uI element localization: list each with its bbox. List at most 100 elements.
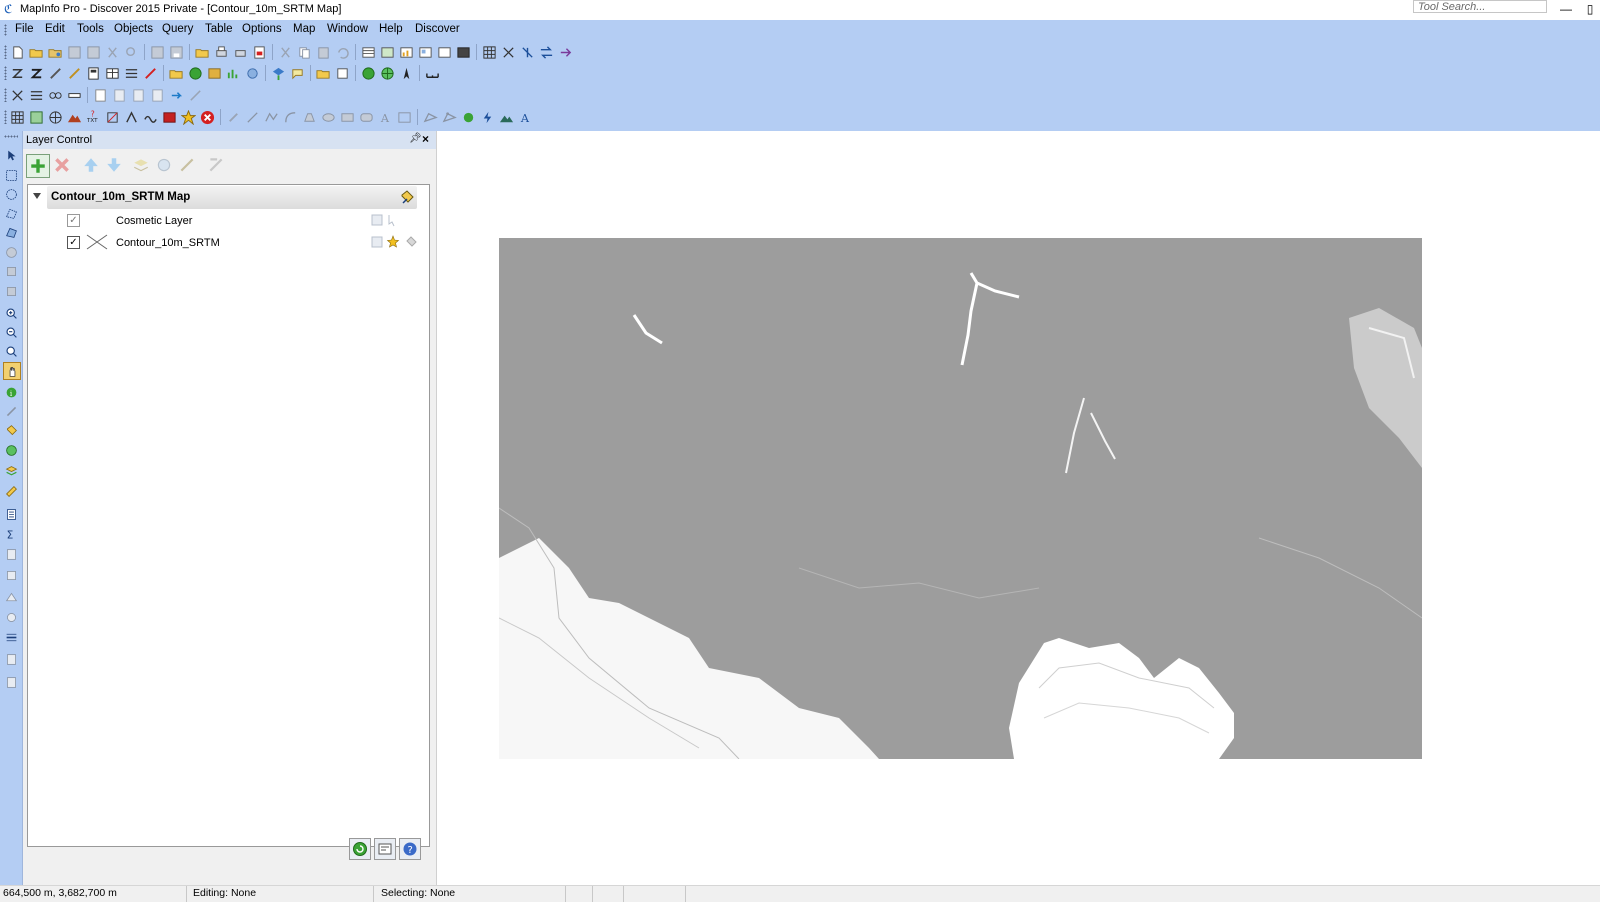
statistics-icon[interactable]: Σ	[3, 526, 19, 542]
line-style-icon[interactable]	[3, 629, 19, 645]
geo-globe-icon[interactable]	[187, 65, 204, 82]
stop-icon[interactable]	[199, 109, 216, 126]
radius-select-icon[interactable]	[3, 186, 19, 202]
change-view-icon[interactable]	[3, 343, 19, 359]
doc-tool-icon[interactable]	[92, 87, 109, 104]
discover-tool-icon[interactable]	[519, 44, 536, 61]
tool-search-input[interactable]: Tool Search...	[1413, 0, 1547, 13]
map-options-icon[interactable]	[399, 189, 415, 208]
split-icon[interactable]	[3, 609, 19, 625]
paste-icon[interactable]	[315, 44, 332, 61]
menu-grip[interactable]	[4, 24, 7, 36]
grid-view-icon[interactable]	[9, 109, 26, 126]
link-tool-icon[interactable]	[47, 87, 64, 104]
open-folder-2-icon[interactable]	[315, 65, 332, 82]
pin-icon[interactable]: 📌︎	[409, 133, 422, 144]
grabber-hand-icon[interactable]	[3, 362, 21, 380]
north-arrow-icon[interactable]	[398, 65, 415, 82]
drag-map-icon[interactable]	[3, 442, 19, 458]
save-table-icon[interactable]	[149, 44, 166, 61]
move-layer-up-icon[interactable]	[80, 154, 102, 176]
geo-image-icon[interactable]	[206, 65, 223, 82]
measure-red-icon[interactable]	[142, 65, 159, 82]
doc-tool-2-icon[interactable]	[111, 87, 128, 104]
txt-query-icon[interactable]: TXT?	[85, 109, 102, 126]
toolbar-grip[interactable]	[4, 110, 7, 124]
map-node[interactable]: Contour_10m_SRTM Map	[47, 186, 417, 209]
export-disabled-icon[interactable]	[187, 87, 204, 104]
menu-query[interactable]: Query	[162, 23, 193, 35]
draw-symbol-icon[interactable]	[225, 109, 242, 126]
menu-table[interactable]: Table	[205, 23, 233, 35]
z-axis-icon[interactable]	[9, 65, 26, 82]
draw-ellipse-icon[interactable]	[320, 109, 337, 126]
apply-layer-changes-icon[interactable]	[349, 838, 371, 860]
lightning-icon[interactable]	[479, 109, 496, 126]
z-value-icon[interactable]	[28, 65, 45, 82]
marquee-select-icon[interactable]	[3, 167, 19, 183]
menu-objects[interactable]: Objects	[114, 23, 153, 35]
layer-label-options-icon[interactable]	[176, 154, 198, 176]
layout-select-icon[interactable]	[3, 283, 19, 299]
label-tool-icon[interactable]	[3, 422, 19, 438]
reshape-icon[interactable]	[422, 109, 439, 126]
survey-icon[interactable]	[123, 109, 140, 126]
tool-manager-icon[interactable]	[9, 87, 26, 104]
draw-line-icon[interactable]	[244, 109, 261, 126]
polygon-select-icon[interactable]	[3, 205, 19, 221]
toolbar-grip[interactable]	[4, 88, 7, 102]
pdf-icon[interactable]	[251, 44, 268, 61]
frame-tool-icon[interactable]	[396, 109, 413, 126]
text-tool-icon[interactable]: A	[377, 109, 394, 126]
new-mapper-icon[interactable]	[379, 44, 396, 61]
boundary-select-icon[interactable]	[3, 224, 19, 240]
open-folder-icon[interactable]	[28, 44, 45, 61]
new-browser-icon[interactable]	[360, 44, 377, 61]
menu-tools[interactable]: Tools	[77, 23, 104, 35]
draw-rounded-rect-icon[interactable]	[358, 109, 375, 126]
label-visibility-icon[interactable]	[404, 235, 418, 249]
visibility-checkbox[interactable]: ✓	[67, 214, 80, 227]
save-disabled-icon[interactable]	[66, 44, 83, 61]
discover-network-icon[interactable]	[500, 44, 517, 61]
graph-select-icon[interactable]	[3, 263, 19, 279]
doc-tool-3-icon[interactable]	[130, 87, 147, 104]
info-tool-icon[interactable]: i	[3, 384, 19, 400]
close-button[interactable]: ▯	[1580, 0, 1600, 18]
layer-label-icon[interactable]	[289, 65, 306, 82]
save-copy-icon[interactable]	[85, 44, 102, 61]
terrain-icon[interactable]	[498, 109, 515, 126]
layer-reorder-icon[interactable]	[205, 154, 227, 176]
move-layer-down-icon[interactable]	[103, 154, 125, 176]
undo-icon[interactable]	[334, 44, 351, 61]
selectable-icon[interactable]	[386, 235, 400, 249]
toolbar-grip[interactable]	[4, 45, 7, 59]
menu-map[interactable]: Map	[293, 23, 315, 35]
save-workspace-icon[interactable]	[168, 44, 185, 61]
dbase-icon[interactable]	[161, 109, 178, 126]
layer-stack-icon[interactable]	[3, 463, 19, 479]
print-icon[interactable]	[213, 44, 230, 61]
toolbar-grip[interactable]	[4, 66, 7, 80]
layer-row-contour[interactable]: ✓ Contour_10m_SRTM	[28, 233, 427, 253]
new-layout-icon[interactable]	[417, 44, 434, 61]
menu-window[interactable]: Window	[327, 23, 368, 35]
open-workspace-icon[interactable]	[47, 44, 64, 61]
layer-options-icon[interactable]	[374, 838, 396, 860]
menu-edit[interactable]: Edit	[45, 23, 65, 35]
list-tool-icon[interactable]	[28, 87, 45, 104]
structure-icon[interactable]	[66, 65, 83, 82]
ruler-tool-icon[interactable]	[66, 87, 83, 104]
discover-grid-icon[interactable]	[481, 44, 498, 61]
clipboard-icon[interactable]	[3, 674, 19, 690]
layer-row-cosmetic[interactable]: ✓ Cosmetic Layer	[28, 211, 427, 231]
export-arrow-icon[interactable]	[168, 87, 185, 104]
new-table-icon[interactable]	[9, 44, 26, 61]
copy-icon[interactable]	[296, 44, 313, 61]
draw-rectangle-icon[interactable]	[339, 109, 356, 126]
cut-icon[interactable]	[277, 44, 294, 61]
visibility-checkbox[interactable]: ✓	[67, 236, 80, 249]
add-layer-icon[interactable]	[26, 154, 50, 178]
query-disabled-icon[interactable]	[123, 44, 140, 61]
mountain-icon[interactable]	[66, 109, 83, 126]
